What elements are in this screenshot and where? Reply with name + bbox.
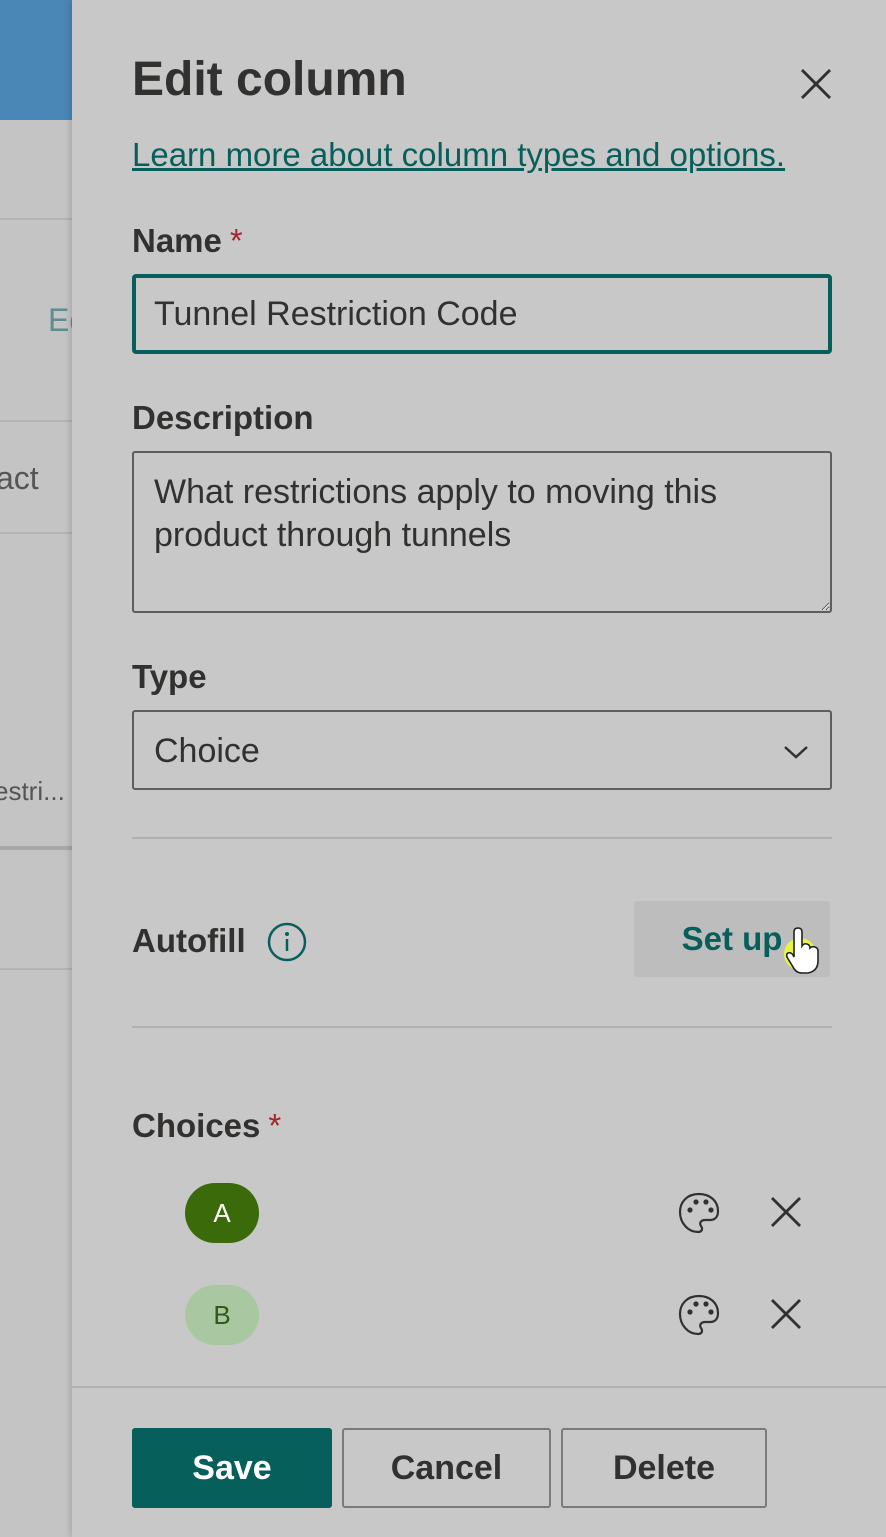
type-label: Type bbox=[132, 658, 207, 695]
description-label: Description bbox=[132, 399, 314, 436]
type-selected-value: Choice bbox=[154, 732, 260, 770]
background-act-text: act bbox=[0, 460, 39, 496]
section-divider bbox=[132, 837, 832, 839]
delete-button[interactable]: Delete bbox=[561, 1428, 767, 1508]
chevron-down-icon bbox=[784, 746, 808, 759]
background-header bbox=[0, 0, 72, 120]
section-divider bbox=[132, 1026, 832, 1028]
required-marker: * bbox=[268, 1107, 282, 1144]
cancel-button[interactable]: Cancel bbox=[342, 1428, 551, 1508]
choices-label-text: Choices bbox=[132, 1107, 261, 1144]
background-page: Ed act estri... bbox=[0, 0, 72, 1537]
footer-divider bbox=[72, 1386, 886, 1388]
description-textarea[interactable]: What restrictions apply to moving this p… bbox=[132, 451, 832, 613]
palette-icon[interactable] bbox=[676, 1292, 722, 1338]
info-icon[interactable] bbox=[266, 921, 308, 963]
background-divider bbox=[0, 968, 72, 970]
name-input[interactable] bbox=[132, 274, 832, 354]
hand-cursor-icon bbox=[784, 927, 819, 974]
type-dropdown[interactable]: Choice bbox=[132, 710, 832, 790]
close-icon[interactable] bbox=[794, 62, 838, 106]
save-button[interactable]: Save bbox=[132, 1428, 332, 1508]
background-restri-text: estri... bbox=[0, 776, 65, 806]
choices-label: Choices * bbox=[132, 1107, 281, 1145]
choice-pill-b[interactable]: B bbox=[185, 1285, 259, 1345]
required-marker: * bbox=[229, 222, 243, 259]
choice-pill-a[interactable]: A bbox=[185, 1183, 259, 1243]
background-divider bbox=[0, 846, 72, 850]
name-label: Name * bbox=[132, 222, 243, 260]
background-edit-text: Ed bbox=[48, 302, 72, 338]
name-label-text: Name bbox=[132, 222, 222, 259]
panel-title: Edit column bbox=[132, 53, 407, 106]
palette-icon[interactable] bbox=[676, 1190, 722, 1236]
background-divider bbox=[0, 532, 72, 534]
remove-choice-icon[interactable] bbox=[768, 1194, 804, 1230]
background-divider bbox=[0, 420, 72, 422]
autofill-label: Autofill bbox=[132, 922, 246, 959]
remove-choice-icon[interactable] bbox=[768, 1296, 804, 1332]
background-divider bbox=[0, 218, 72, 220]
learn-more-link[interactable]: Learn more about column types and option… bbox=[132, 136, 785, 174]
edit-column-panel: Edit column Learn more about column type… bbox=[72, 0, 886, 1537]
